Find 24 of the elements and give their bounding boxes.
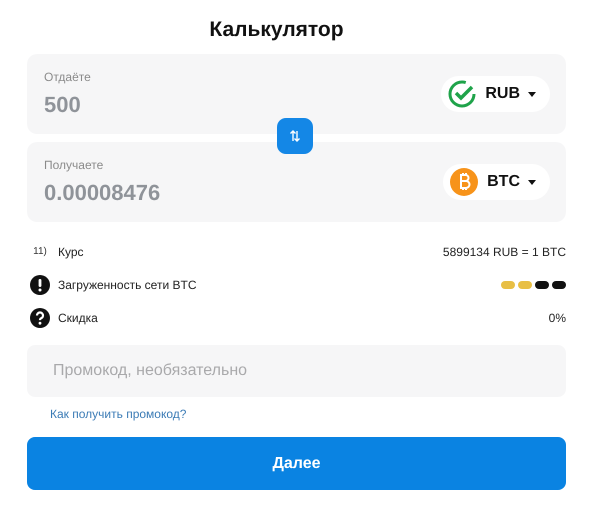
exclamation-icon: [30, 274, 50, 294]
field-label: Получаете: [44, 158, 104, 172]
amount-value[interactable]: 0.00008476: [44, 180, 444, 206]
page-title: Калькулятор: [208, 18, 345, 42]
info-value: 5899134 RUB = 1 BTC: [442, 244, 566, 258]
amount-value[interactable]: 500: [44, 92, 442, 118]
rate-icon: 11): [33, 246, 47, 257]
swap-arrows-icon: [289, 130, 301, 142]
promo-help-link[interactable]: Как получить промокод?: [50, 407, 186, 421]
currency-selector[interactable]: RUB: [441, 76, 550, 112]
info-label: Загруженность сети BTC: [58, 278, 196, 292]
field-label: Отдаёте: [44, 70, 92, 84]
swap-button[interactable]: [277, 118, 313, 154]
next-button[interactable]: Далее: [27, 437, 566, 490]
bitcoin-icon: [449, 167, 480, 197]
caret-icon: [528, 92, 536, 96]
info-label: Курс: [58, 244, 84, 258]
checkmark-ring-icon: [447, 79, 478, 109]
info-value: 0%: [548, 310, 566, 324]
caret-icon: [528, 180, 536, 184]
currency-selector[interactable]: BTC: [443, 164, 550, 200]
promo-code-field[interactable]: Промокод, необязательно: [27, 345, 566, 397]
question-icon: [30, 308, 50, 328]
info-label: Скидка: [58, 310, 98, 324]
